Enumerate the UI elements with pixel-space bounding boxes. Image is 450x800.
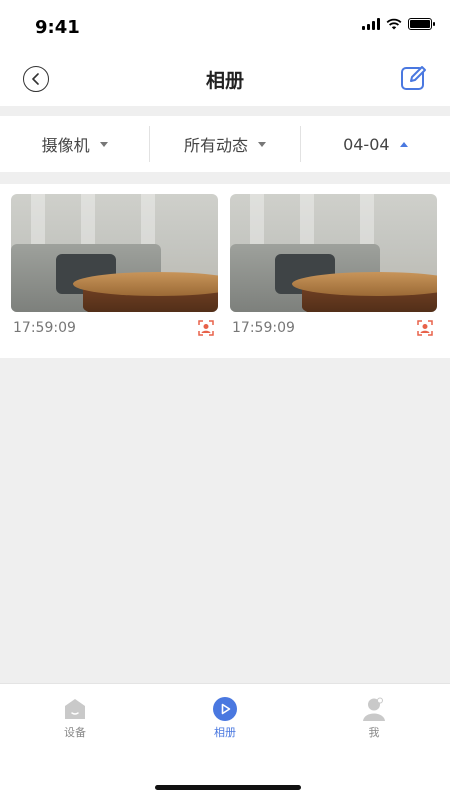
home-indicator (155, 785, 301, 790)
wifi-icon (386, 18, 402, 30)
photo-card[interactable]: 17:59:09 (230, 194, 437, 336)
photo-thumbnail[interactable] (230, 194, 437, 312)
status-time: 9:41 (35, 17, 80, 38)
status-bar: 9:41 (0, 0, 450, 52)
face-recognition-icon (417, 320, 433, 336)
filter-event-type[interactable]: 所有动态 (149, 126, 299, 162)
photo-meta: 17:59:09 (11, 320, 218, 336)
battery-icon (408, 18, 435, 30)
caret-up-icon (399, 141, 408, 147)
status-icons (362, 18, 435, 30)
tab-album-label: 相册 (214, 726, 236, 739)
filter-bar: 摄像机 所有动态 04-04 (0, 116, 450, 172)
filter-event-type-label: 所有动态 (183, 136, 248, 155)
photo-grid: 17:59:09 17:59:09 (0, 184, 450, 358)
photo-meta: 17:59:09 (230, 320, 437, 336)
tab-album[interactable]: 相册 (185, 696, 265, 740)
cellular-signal-icon (362, 18, 380, 30)
profile-icon (363, 697, 385, 721)
photo-timestamp: 17:59:09 (232, 320, 295, 336)
filter-camera-label: 摄像机 (41, 136, 90, 155)
play-icon (213, 697, 237, 721)
tab-devices[interactable]: 设备 (35, 696, 115, 740)
photo-timestamp: 17:59:09 (13, 320, 76, 336)
photo-thumbnail[interactable] (11, 194, 218, 312)
nav-bar: 相册 (0, 52, 450, 106)
home-icon (65, 699, 85, 719)
edit-button[interactable] (400, 64, 428, 92)
filter-date[interactable]: 04-04 (299, 126, 450, 162)
page-title: 相册 (205, 70, 244, 92)
filter-camera[interactable]: 摄像机 (0, 126, 149, 162)
photo-card[interactable]: 17:59:09 (11, 194, 218, 336)
filter-date-label: 04-04 (343, 134, 390, 154)
caret-down-icon (258, 141, 266, 147)
tab-me-label: 我 (368, 726, 380, 739)
face-recognition-icon (198, 320, 214, 336)
tab-devices-label: 设备 (64, 726, 86, 739)
tab-me[interactable]: 我 (334, 696, 414, 740)
tab-bar: 设备 相册 我 (0, 683, 450, 800)
caret-down-icon (99, 141, 108, 147)
